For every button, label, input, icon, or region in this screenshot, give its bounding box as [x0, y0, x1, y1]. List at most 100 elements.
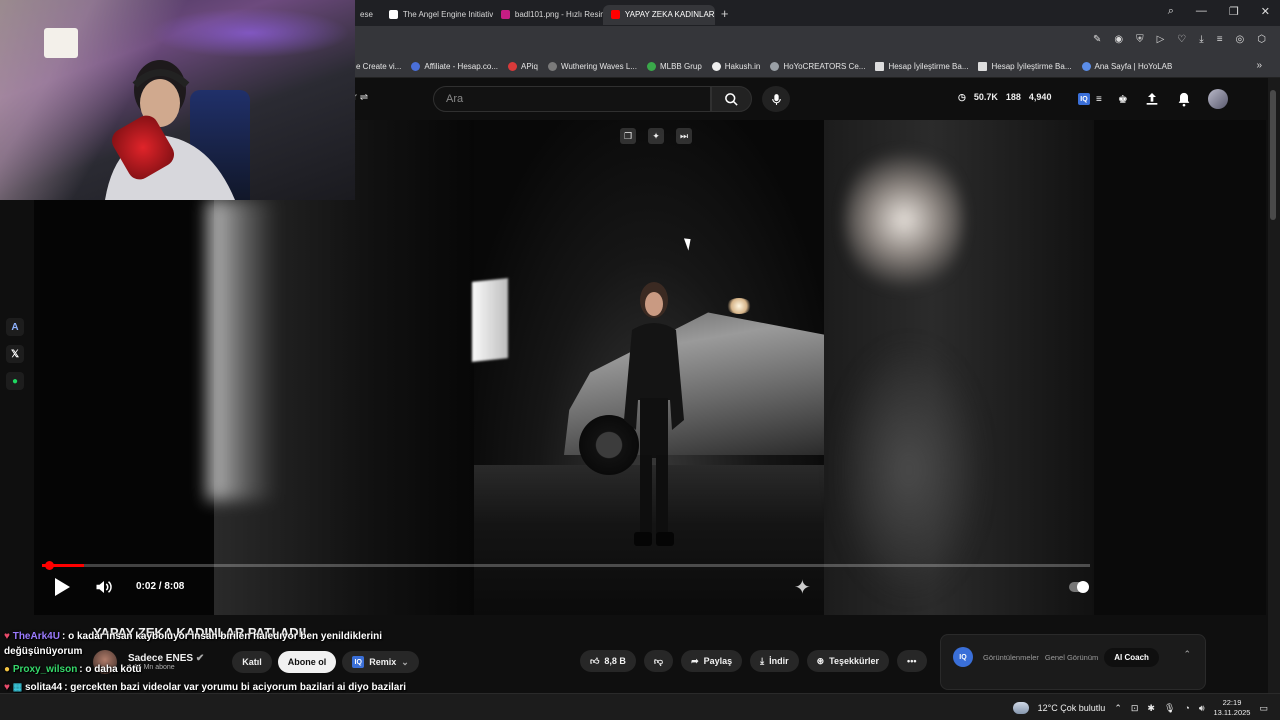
chat-message: ♥ TheArk4U: o kadar insan kayboluyor ins…	[4, 629, 424, 659]
chevron-up-icon[interactable]: ⌃	[1114, 703, 1122, 714]
spotify-icon[interactable]: ●	[6, 372, 24, 390]
notifications-bell-icon[interactable]	[1176, 91, 1192, 108]
ai-sparkle-icon[interactable]: ✦	[648, 128, 664, 144]
download-icon[interactable]: ⤓	[1199, 34, 1203, 45]
close-icon[interactable]: ✕	[1261, 5, 1270, 18]
thanks-button[interactable]: ⊛ Teşekkürler	[806, 650, 890, 672]
camera-icon[interactable]: ◉	[1114, 34, 1123, 45]
bookmark-item[interactable]: Hesap İyileştirme Ba...	[875, 62, 968, 71]
search-button[interactable]	[711, 86, 752, 112]
progress-scrubber[interactable]	[45, 561, 54, 570]
webcam-person	[105, 60, 235, 200]
bookmark-item[interactable]: Wuthering Waves L...	[547, 62, 637, 71]
list-icon[interactable]: ≡	[1096, 94, 1102, 105]
download-button[interactable]: ⤓ İndir	[750, 650, 799, 672]
bookmark-item[interactable]: HoYoCREATORS Ce...	[770, 62, 865, 71]
bookmarks-more-button[interactable]: »	[1256, 60, 1262, 71]
webcam-led-light	[150, 8, 350, 58]
sliders-icon: ⇌	[359, 92, 369, 103]
bookmark-favicon-icon	[770, 62, 780, 71]
search-tabs-icon[interactable]: ⌕	[1168, 5, 1174, 18]
system-tray: 12°C Çok bulutlu ⌃ ⊡ ✱ 🎙︎ ◔ 🔊︎ 22:19 13.…	[1012, 698, 1268, 718]
notification-icon[interactable]: ▭	[1259, 703, 1268, 714]
microphone-icon[interactable]: 🎙︎	[1164, 703, 1175, 714]
shield-icon[interactable]: ⛨	[1136, 34, 1144, 45]
player-overlay-icons: ❐ ✦ ⏭	[620, 128, 692, 144]
chevron-up-icon[interactable]: ⌃	[1183, 649, 1191, 660]
ai-sparkle-icon[interactable]: ✦	[794, 575, 811, 600]
mute-button[interactable]	[92, 575, 116, 599]
tab-overview[interactable]: Genel Görünüm	[1045, 653, 1098, 662]
chat-username: Proxy_wilson	[12, 664, 78, 675]
search-input[interactable]: Ara	[433, 86, 711, 112]
scrollbar-thumb[interactable]	[1270, 90, 1276, 220]
wifi-icon[interactable]: ◔	[1184, 703, 1189, 713]
browser-tab-active[interactable]: YAPAY ZEKA KADINLAR P	[602, 4, 715, 25]
edit-icon[interactable]: ✎	[1093, 34, 1101, 45]
tab-views[interactable]: Görüntülenmeler	[983, 653, 1039, 662]
bookmark-item[interactable]: e Create vi...	[356, 62, 401, 71]
miniplayer-icon[interactable]: ❐	[620, 128, 636, 144]
profile-icon[interactable]: ◎	[1236, 34, 1245, 45]
studio-softbox	[472, 278, 508, 362]
more-actions-button[interactable]: •••	[897, 650, 927, 672]
tab-ai-coach[interactable]: AI Coach	[1104, 648, 1159, 667]
microphone-icon	[771, 93, 781, 105]
bookmark-item[interactable]: Ana Sayfa | HoYoLAB	[1081, 62, 1172, 71]
bookmark-favicon-icon	[411, 62, 421, 71]
browser-tab-3[interactable]: badl101.png - Hızlı Resim	[493, 5, 603, 25]
skip-icon[interactable]: ⏭	[676, 128, 692, 144]
thumbs-up-icon: 👍︎	[590, 655, 600, 666]
restore-icon[interactable]: ❐	[1229, 5, 1239, 18]
bluetooth-icon[interactable]: ✱	[1147, 703, 1155, 714]
bookmark-item[interactable]: Affiliate - Hesap.co...	[411, 62, 498, 71]
app-icon[interactable]: A	[6, 318, 24, 336]
trophy-icon[interactable]: ♚	[1118, 93, 1128, 106]
page-icon	[978, 62, 988, 71]
volume-icon[interactable]: 🔊︎	[1199, 703, 1205, 714]
minimize-icon[interactable]: —	[1196, 5, 1207, 18]
chat-text: : o daha kötü	[79, 664, 142, 675]
weather-cloud-icon[interactable]	[1012, 702, 1029, 714]
play-icon[interactable]: ▷	[1157, 34, 1165, 45]
play-button[interactable]	[50, 575, 74, 599]
page-icon	[875, 62, 885, 71]
bookmark-item[interactable]: APiq	[508, 62, 538, 71]
extensions-icon[interactable]: ⬡	[1257, 34, 1266, 45]
progress-bar[interactable]	[42, 564, 1090, 567]
network-icon[interactable]: ⊡	[1131, 703, 1139, 714]
menu-icon[interactable]: ≡	[1217, 34, 1223, 45]
new-tab-button[interactable]: +	[721, 6, 729, 21]
clock[interactable]: 22:19 13.11.2025	[1214, 698, 1251, 718]
vidiq-icon[interactable]: IQ	[1078, 93, 1090, 105]
bookmark-item[interactable]: MLBB Grup	[646, 62, 702, 71]
dislike-button[interactable]: 👎︎	[643, 650, 674, 672]
stat-3: 4,940	[1028, 92, 1052, 102]
left-sidebar: A 𝕏 ●	[6, 318, 24, 390]
bookmark-favicon-icon	[508, 62, 518, 71]
video-actions: 👍︎ 8,8 B 👎︎ ➦ Paylaş ⤓ İndir ⊛ Teşekkürler •…	[580, 650, 927, 672]
time-display: 0:02 / 8:08	[136, 581, 185, 592]
bookmark-item[interactable]: Hakush.in	[711, 62, 760, 71]
upload-icon[interactable]	[1144, 91, 1160, 107]
browser-tab-1[interactable]: ese	[352, 5, 381, 25]
account-avatar[interactable]	[1207, 89, 1228, 109]
bookmark-item[interactable]: Hesap İyileştirme Ba...	[978, 62, 1072, 71]
car-headlight	[726, 298, 752, 314]
share-button[interactable]: ➦ Paylaş	[681, 650, 743, 672]
download-icon: ⤓	[760, 655, 765, 666]
badge-icon: ▦	[12, 682, 23, 693]
weather-text[interactable]: 12°C Çok bulutlu	[1038, 703, 1106, 713]
video-light-glow	[207, 200, 277, 500]
chat-text: : o kadar insan kayboluyor insan birilen…	[4, 631, 383, 657]
heart-icon[interactable]: ♡	[1177, 34, 1186, 45]
window-controls: ⌕ — ❐ ✕	[1168, 5, 1270, 18]
voice-search-button[interactable]	[762, 86, 790, 112]
heart-badge-icon: ♥	[4, 631, 10, 642]
chat-username: TheArk4U	[12, 631, 60, 642]
autoplay-toggle[interactable]	[1068, 575, 1090, 599]
x-twitter-icon[interactable]: 𝕏	[6, 345, 24, 363]
like-button[interactable]: 👍︎ 8,8 B	[580, 650, 636, 672]
browser-tab-2[interactable]: The Angel Engine Initiativ	[381, 5, 493, 25]
vidiq-logo: IQ	[953, 647, 973, 667]
